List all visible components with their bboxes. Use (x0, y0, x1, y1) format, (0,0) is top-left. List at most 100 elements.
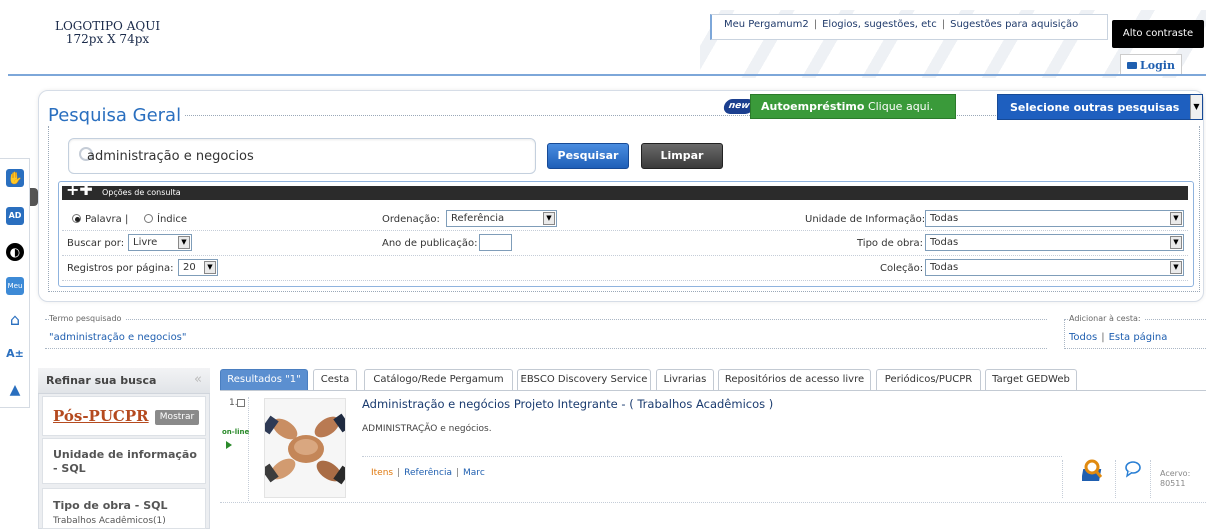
tipo-obra-select[interactable]: Todas ▼ (925, 234, 1184, 251)
referencia-link[interactable]: Referência (404, 468, 452, 478)
limpar-button[interactable]: Limpar (641, 143, 723, 169)
radio-palavra-label: Palavra | (85, 214, 129, 225)
unlock-icon (1127, 61, 1138, 69)
radio-indice[interactable]: Índice (144, 213, 187, 225)
login-button[interactable]: Login (1120, 54, 1182, 76)
cesta-links: Todos | Esta página (1069, 332, 1167, 343)
radio-checked-icon (72, 213, 81, 223)
autoemprestimo-bold: Autoempréstimo (761, 100, 865, 113)
row-divider (62, 280, 1188, 281)
itens-link[interactable]: Itens (371, 468, 393, 478)
scroll-top-icon[interactable]: ▲ (6, 381, 24, 399)
accessibility-bar: ✋ AD ◐ Meu ⌂ A± ▲ (0, 158, 30, 408)
location-search-icon[interactable] (1082, 459, 1106, 483)
buscar-por-label: Buscar por: (67, 238, 125, 249)
chevron-down-icon: ▼ (178, 236, 190, 249)
tipo-facet-item[interactable]: Trabalhos Acadêmicos(1) (53, 516, 166, 526)
registros-value: 20 (183, 262, 196, 273)
colecao-value: Todas (930, 262, 959, 273)
search-field[interactable] (68, 138, 536, 174)
ano-label: Ano de publicação: (382, 238, 478, 249)
ordenacao-value: Referência (451, 213, 505, 224)
cesta-todos-link[interactable]: Todos (1069, 332, 1097, 343)
acervo-label: Acervo: (1160, 469, 1191, 478)
result-checkbox[interactable] (237, 399, 245, 407)
tab-resultados[interactable]: Resultados "1" (220, 369, 308, 391)
separator: | (813, 19, 818, 30)
unidade-value: Todas (930, 213, 959, 224)
result-thumbnail[interactable] (264, 398, 346, 498)
tab-periodicos[interactable]: Periódicos/PUCPR (876, 369, 981, 391)
tab-ebsco[interactable]: EBSCO Discovery Service (517, 369, 651, 391)
link-elogios[interactable]: Elogios, sugestões, etc (822, 19, 937, 30)
cesta-esta-pagina-link[interactable]: Esta página (1109, 332, 1168, 343)
autoemprestimo-button[interactable]: Autoempréstimo Clique aqui. (750, 94, 956, 119)
registros-select[interactable]: 20 ▼ (178, 259, 218, 276)
termo-pesquisado: Termo pesquisado "administração e negoci… (45, 314, 1047, 349)
separator: | (1101, 332, 1105, 343)
buscar-por-select[interactable]: Livre ▼ (128, 234, 192, 251)
options-header[interactable]: +✚ Opções de consulta (62, 182, 1188, 200)
link-sugestoes[interactable]: Sugestões para aquisição (950, 19, 1078, 30)
online-label: on-line (222, 428, 250, 436)
pesquisar-button[interactable]: Pesquisar (547, 143, 629, 169)
home-icon[interactable]: ⌂ (6, 311, 24, 329)
audio-description-icon[interactable]: AD (6, 207, 24, 225)
accessibility-toggle-handle[interactable] (30, 188, 38, 206)
row-divider (62, 255, 1188, 256)
result-description: ADMINISTRAÇÃO e negócios. (362, 424, 492, 434)
font-size-icon[interactable]: A± (6, 345, 24, 363)
refinar-title: Refinar sua busca (46, 374, 157, 387)
tipo-facet-title[interactable]: Tipo de obra - SQL (53, 499, 168, 513)
unidade-select[interactable]: Todas ▼ (925, 210, 1184, 227)
alto-contraste-button[interactable]: Alto contraste (1112, 20, 1204, 48)
tab-cesta[interactable]: Cesta (313, 369, 357, 391)
search-input[interactable] (85, 145, 525, 167)
mostrar-button[interactable]: Mostrar (155, 410, 199, 425)
comment-icon[interactable] (1124, 460, 1142, 478)
ordenacao-select[interactable]: Referência ▼ (446, 210, 557, 227)
options-header-label: Opções de consulta (102, 188, 181, 197)
contrast-icon[interactable]: ◐ (6, 243, 24, 261)
marc-link[interactable]: Marc (463, 468, 485, 478)
radio-palavra[interactable]: Palavra | (72, 213, 129, 225)
colecao-select[interactable]: Todas ▼ (925, 259, 1184, 276)
chevron-down-icon: ▼ (1170, 212, 1182, 225)
outras-label: Selecione outras pesquisas (1010, 101, 1180, 114)
autoemprestimo-rest: Clique aqui. (867, 100, 934, 113)
tab-repositorios[interactable]: Repositórios de acesso livre (718, 369, 871, 391)
sign-language-icon[interactable]: ✋ (6, 169, 24, 187)
result-divider (248, 397, 249, 501)
page-title: Pesquisa Geral (48, 105, 186, 126)
action-divider (1115, 460, 1116, 498)
logo-placeholder: LOGOTIPO AQUI 172px X 74px (55, 20, 160, 46)
link-meu-pergamum[interactable]: Meu Pergamum2 (724, 19, 809, 30)
action-divider (1062, 460, 1063, 498)
chevron-down-icon: ▼ (1190, 95, 1202, 119)
meu-pergamum-icon[interactable]: Meu (6, 277, 24, 295)
ordenacao-label: Ordenação: (382, 214, 440, 225)
tab-livrarias[interactable]: Livrarias (656, 369, 714, 391)
login-label: Login (1140, 59, 1175, 72)
tab-target-gedweb[interactable]: Target GEDWeb (985, 369, 1077, 391)
hands-image (265, 399, 345, 497)
tipo-obra-value: Todas (930, 237, 959, 248)
acervo-info: Acervo: 80511 (1160, 469, 1190, 489)
collapse-icon[interactable]: « (194, 372, 202, 387)
outras-pesquisas-select[interactable]: Selecione outras pesquisas ▼ (997, 94, 1203, 120)
adicionar-cesta: Adicionar à cesta: Todos | Esta página (1064, 314, 1206, 349)
refinar-tipo-box: Tipo de obra - SQL Trabalhos Acadêmicos(… (42, 488, 206, 529)
top-links-bar: Meu Pergamum2 | Elogios, sugestões, etc | Su… (710, 14, 1108, 40)
chevron-down-icon: ▼ (204, 261, 216, 274)
pos-pucpr-link[interactable]: Pós-PUCPR (53, 407, 149, 425)
chevron-down-icon: ▼ (1170, 261, 1182, 274)
chevron-down-icon: ▼ (1170, 236, 1182, 249)
refinar-pos-box: Pós-PUCPR Mostrar (42, 396, 206, 436)
result-links: Itens | Referência | Marc (371, 468, 485, 478)
unidade-facet-title[interactable]: Unidade de informação - SQL (53, 448, 203, 476)
tab-catalogo[interactable]: Catálogo/Rede Pergamum (364, 369, 513, 391)
online-arrow-icon[interactable] (226, 441, 232, 449)
ano-input[interactable] (479, 234, 512, 251)
result-title-link[interactable]: Administração e negócios Projeto Integra… (362, 397, 773, 411)
separator: | (941, 19, 946, 30)
